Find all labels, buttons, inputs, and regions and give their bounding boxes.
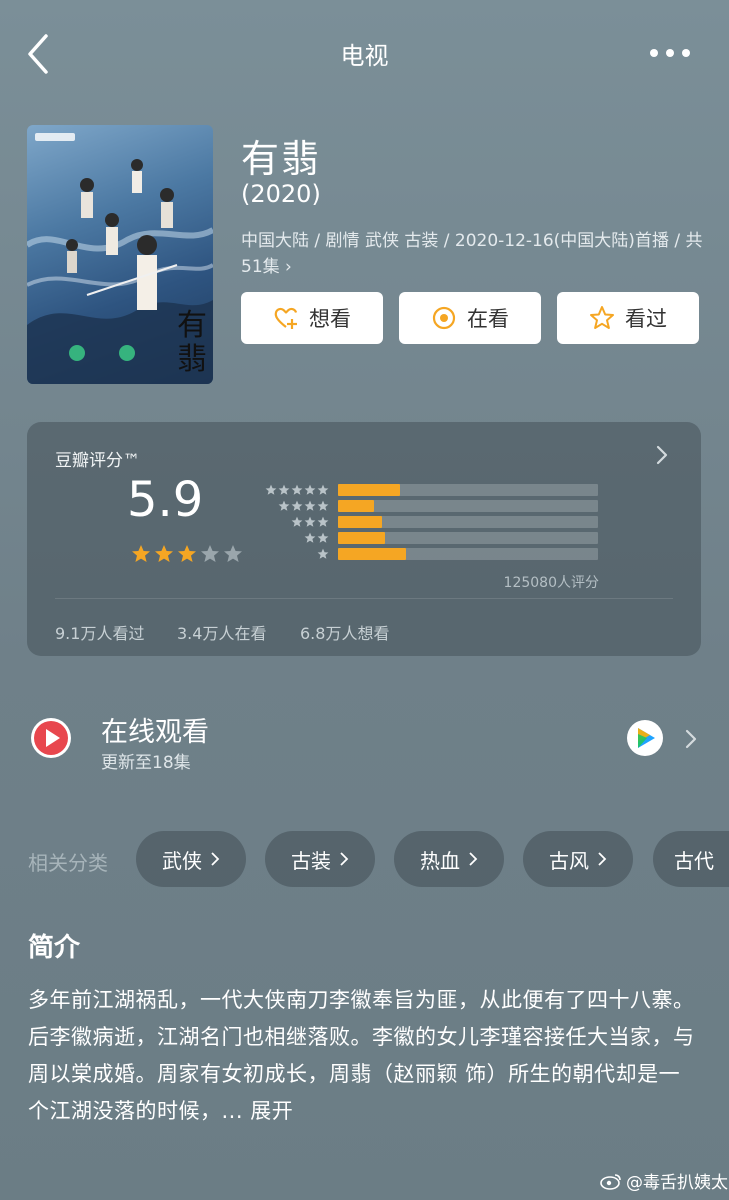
want-to-watch-button[interactable]: 想看 xyxy=(241,292,383,344)
star-empty-icon xyxy=(201,545,219,562)
rating-bar-stars xyxy=(265,484,329,496)
category-chip[interactable]: 古风 xyxy=(523,831,633,887)
watermark: @毒舌扒姨太 xyxy=(600,1168,728,1193)
small-star-icon xyxy=(317,548,329,559)
svg-text:翡: 翡 xyxy=(177,342,207,377)
want-count: 6.8万人想看 xyxy=(300,624,390,643)
rating-bar-track xyxy=(338,484,598,496)
category-chip[interactable]: 热血 xyxy=(394,831,504,887)
category-chip[interactable]: 武侠 xyxy=(136,831,246,887)
category-chip-label: 热血 xyxy=(420,848,460,873)
rating-bar-fill xyxy=(338,532,385,544)
watching-button[interactable]: 在看 xyxy=(399,292,541,344)
target-icon xyxy=(432,306,456,330)
intro-text: 多年前江湖祸乱，一代大侠南刀李徽奉旨为匪，从此便有了四十八寨。后李徽病逝，江湖名… xyxy=(28,982,700,1130)
rating-bar-row xyxy=(263,484,599,496)
divider xyxy=(55,598,673,599)
category-chip[interactable]: 古代 xyxy=(653,831,729,887)
rating-count: 125080人评分 xyxy=(503,575,599,591)
rating-bar-fill xyxy=(338,500,375,512)
rating-score: 5.9 xyxy=(127,472,204,528)
watched-button[interactable]: 看过 xyxy=(557,292,699,344)
rating-bar-row xyxy=(263,548,599,560)
star-filled-icon xyxy=(132,545,150,562)
show-meta-info[interactable]: 中国大陆 / 剧情 武侠 古装 / 2020-12-16(中国大陆)首播 / 共… xyxy=(241,228,711,280)
star-empty-icon xyxy=(224,545,242,562)
category-chip-label: 古风 xyxy=(549,848,589,873)
watched-count: 9.1万人看过 xyxy=(55,624,145,643)
star-filled-icon xyxy=(155,545,173,562)
watching-label: 在看 xyxy=(467,307,509,331)
intro-title: 简介 xyxy=(28,933,81,963)
small-star-icon xyxy=(304,516,316,527)
category-chip-label: 武侠 xyxy=(162,848,202,873)
small-star-icon xyxy=(304,484,316,495)
heart-plus-icon xyxy=(274,307,298,329)
rating-bar-track xyxy=(338,500,598,512)
tencent-video-icon[interactable] xyxy=(626,719,664,757)
play-icon[interactable] xyxy=(30,717,72,759)
rating-bar-stars xyxy=(278,500,329,512)
svg-text:有: 有 xyxy=(177,308,207,343)
chevron-right-icon xyxy=(469,852,478,866)
small-star-icon xyxy=(317,484,329,495)
rating-bar-row xyxy=(263,516,599,528)
related-categories-label: 相关分类 xyxy=(28,851,108,875)
small-star-icon xyxy=(304,532,316,543)
rating-bar-stars xyxy=(291,516,329,528)
small-star-icon xyxy=(317,500,329,511)
category-chip-label: 古代 xyxy=(674,848,714,873)
watermark-text: @毒舌扒姨太 xyxy=(626,1173,728,1193)
rating-source-label: 豆瓣评分™ xyxy=(55,451,140,471)
rating-bar-fill xyxy=(338,516,383,528)
chevron-right-icon[interactable] xyxy=(684,728,698,750)
small-star-icon xyxy=(291,516,303,527)
more-options-icon[interactable] xyxy=(646,40,694,66)
small-star-icon xyxy=(291,484,303,495)
online-watch-title[interactable]: 在线观看 xyxy=(101,710,209,749)
rating-bar-track xyxy=(338,532,598,544)
chevron-right-icon[interactable] xyxy=(653,444,671,466)
intro-body: 多年前江湖祸乱，一代大侠南刀李徽奉旨为匪，从此便有了四十八寨。后李徽病逝，江湖名… xyxy=(28,988,695,1123)
rating-bar-row xyxy=(263,500,599,512)
small-star-icon xyxy=(317,516,329,527)
expand-link[interactable]: 展开 xyxy=(250,1099,293,1123)
weibo-icon xyxy=(600,1173,621,1190)
rating-bar-track xyxy=(338,516,598,528)
small-star-icon xyxy=(291,500,303,511)
episode-update-text: 更新至18集 xyxy=(101,753,191,773)
show-year: (2020) xyxy=(241,180,321,208)
category-chip-label: 古装 xyxy=(291,848,331,873)
small-star-icon xyxy=(278,500,290,511)
category-chip[interactable]: 古装 xyxy=(265,831,375,887)
small-star-icon xyxy=(278,484,290,495)
star-icon xyxy=(590,306,614,329)
rating-bar-row xyxy=(263,532,599,544)
watched-label: 看过 xyxy=(625,307,667,331)
show-title: 有翡 xyxy=(241,137,322,181)
want-to-watch-label: 想看 xyxy=(309,307,351,331)
small-star-icon xyxy=(265,484,277,495)
small-star-icon xyxy=(304,500,316,511)
score-stars xyxy=(131,544,243,564)
star-filled-icon xyxy=(178,545,196,562)
rating-card[interactable]: 豆瓣评分™ 5.9 125080人评分 9.1万人看过 3.4万人在看 6.8万… xyxy=(27,422,701,656)
watching-count: 3.4万人在看 xyxy=(177,624,267,643)
rating-bar-fill xyxy=(338,548,406,560)
rating-bar-stars xyxy=(304,532,329,544)
chevron-right-icon xyxy=(340,852,349,866)
chevron-right-icon xyxy=(211,852,220,866)
rating-bar-stars xyxy=(317,548,329,560)
small-star-icon xyxy=(317,532,329,543)
chevron-right-icon xyxy=(598,852,607,866)
poster-image[interactable]: 有 翡 xyxy=(27,125,213,384)
rating-bar-track xyxy=(338,548,598,560)
rating-bar-fill xyxy=(338,484,401,496)
page-title: 电视 xyxy=(340,42,389,70)
